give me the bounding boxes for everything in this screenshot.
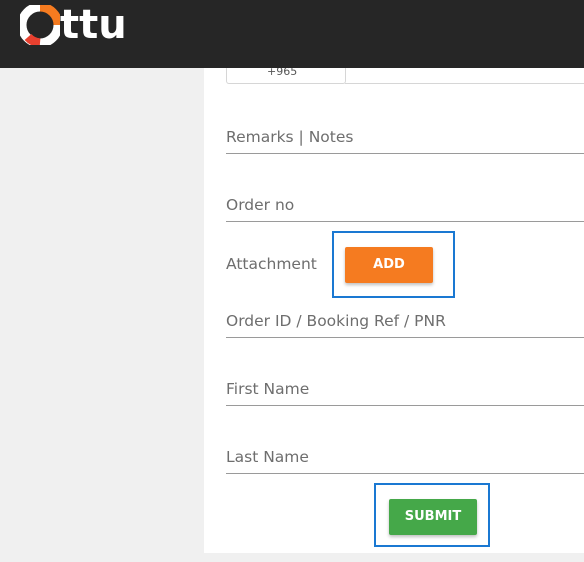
submit-button[interactable]: SUBMIT — [389, 499, 477, 535]
phone-number-input[interactable] — [345, 83, 584, 84]
top-bar: ttu — [0, 0, 584, 68]
order-no-field[interactable]: Order no — [226, 191, 584, 222]
ottu-logo[interactable]: ttu — [20, 3, 127, 47]
first-name-field[interactable]: First Name — [226, 375, 584, 406]
last-name-label: Last Name — [226, 448, 309, 466]
remarks-field[interactable]: Remarks | Notes — [226, 123, 584, 154]
phone-input-row: +965 ˅ — [226, 61, 584, 84]
remarks-label: Remarks | Notes — [226, 128, 354, 146]
logo-text: ttu — [60, 2, 127, 48]
first-name-label: First Name — [226, 380, 310, 398]
bottom-strip — [204, 553, 584, 562]
last-name-field[interactable]: Last Name — [226, 443, 584, 474]
order-id-label: Order ID / Booking Ref / PNR — [226, 312, 446, 330]
order-no-label: Order no — [226, 196, 295, 214]
attachment-label: Attachment — [226, 255, 317, 273]
add-attachment-button[interactable]: ADD — [345, 247, 433, 283]
left-panel — [0, 68, 204, 562]
payment-form: +965 ˅ Remarks | Notes Order no Attachme… — [204, 61, 584, 553]
order-id-field[interactable]: Order ID / Booking Ref / PNR — [226, 307, 584, 338]
ottu-o-ring-icon — [20, 5, 60, 45]
